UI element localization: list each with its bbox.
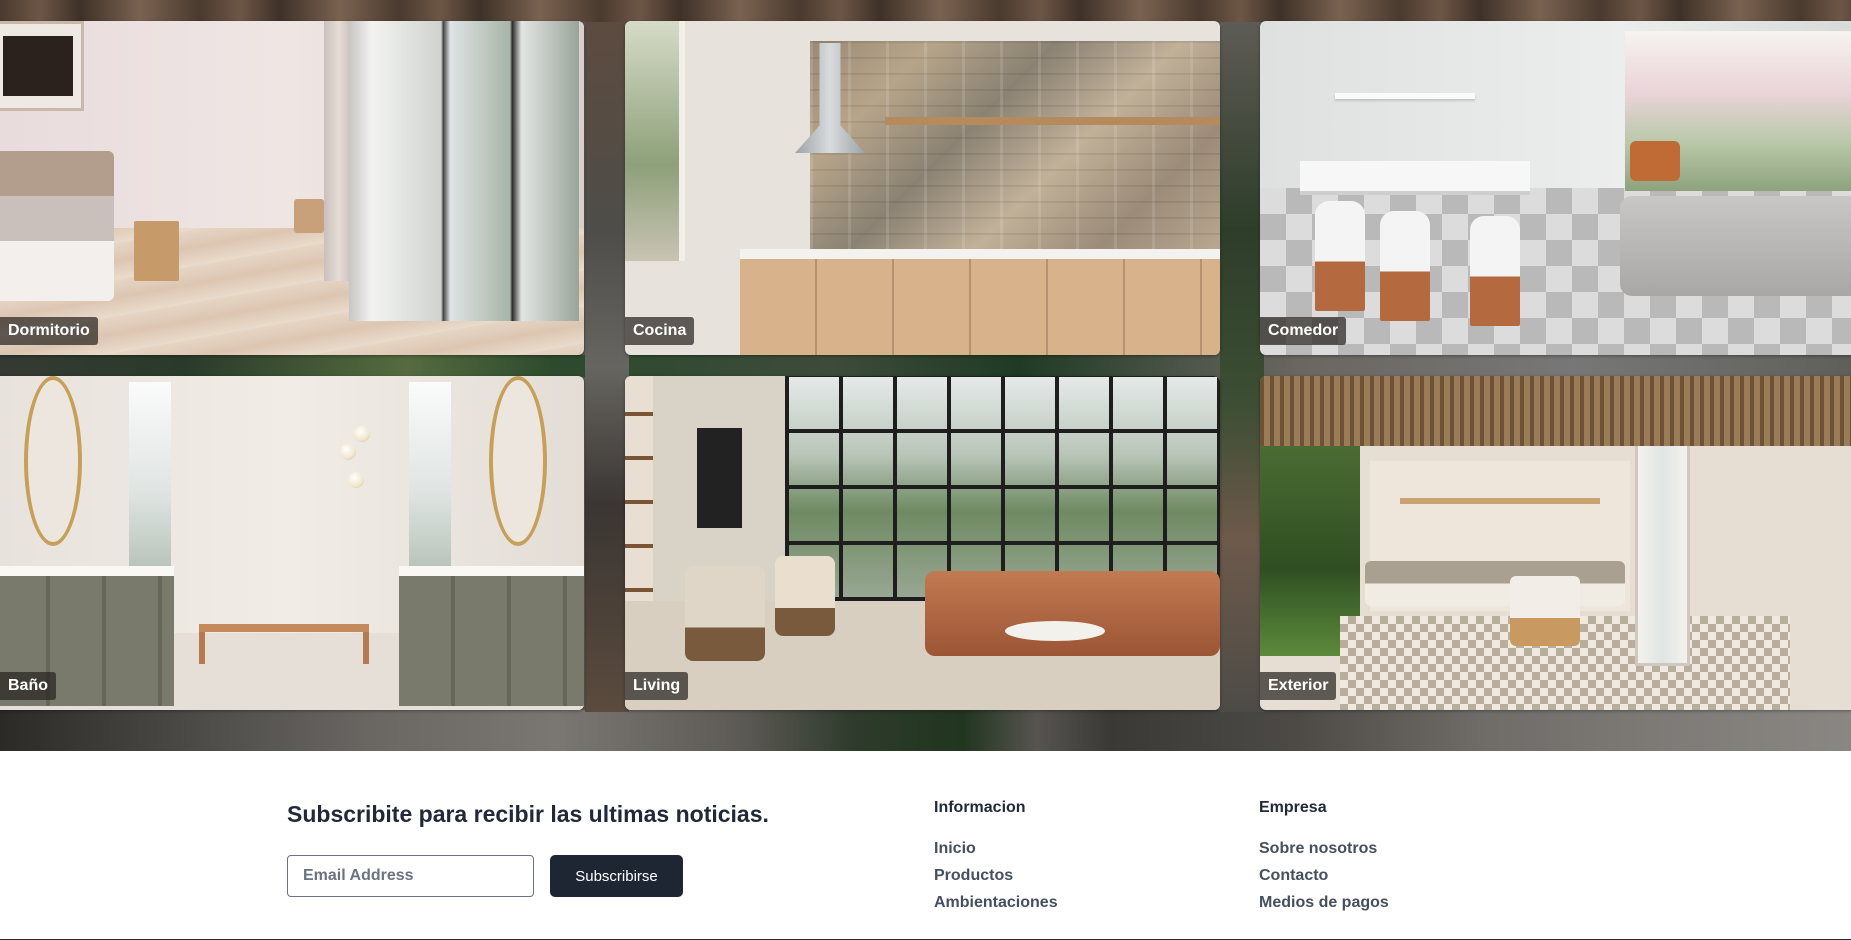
room-artwork bbox=[0, 21, 84, 111]
room-pergola bbox=[1260, 376, 1851, 446]
room-vanity bbox=[399, 576, 584, 706]
room-chair bbox=[1510, 576, 1580, 646]
room-label: Cocina bbox=[625, 317, 695, 345]
room-table bbox=[1005, 621, 1105, 641]
room-stool bbox=[294, 199, 324, 233]
background-bottom bbox=[0, 710, 1851, 751]
room-window bbox=[785, 376, 1220, 601]
room-armchair bbox=[1630, 141, 1680, 181]
background-divider bbox=[0, 355, 1851, 377]
room-bookshelf bbox=[625, 376, 653, 636]
room-tile-cocina[interactable]: Cocina bbox=[625, 21, 1220, 355]
room-label: Baño bbox=[0, 672, 56, 700]
footer-column-informacion: Informacion Inicio Productos Ambientacio… bbox=[934, 799, 1058, 916]
footer-link-productos[interactable]: Productos bbox=[934, 862, 1058, 889]
background-beam bbox=[0, 0, 1851, 22]
room-label: Dormitorio bbox=[0, 317, 98, 345]
email-field[interactable] bbox=[287, 855, 534, 897]
newsletter-title: Subscribite para recibir las ultimas not… bbox=[287, 801, 769, 827]
room-mirror bbox=[489, 376, 547, 546]
room-sofa bbox=[1620, 196, 1851, 296]
room-lamp bbox=[340, 444, 356, 460]
room-chair bbox=[1315, 201, 1365, 311]
room-tile-exterior[interactable]: Exterior bbox=[1260, 376, 1851, 710]
room-artwork bbox=[697, 428, 742, 528]
room-window bbox=[129, 382, 171, 567]
room-sofa bbox=[925, 571, 1220, 656]
footer-heading: Empresa bbox=[1259, 799, 1327, 816]
room-nightstand bbox=[134, 221, 179, 281]
room-lamp bbox=[354, 426, 370, 442]
room-table bbox=[1300, 161, 1530, 191]
room-shelf bbox=[885, 117, 1220, 125]
room-window bbox=[625, 21, 685, 261]
room-sofa bbox=[1365, 561, 1625, 606]
rooms-gallery: Dormitorio Cocina Comedor Baño Living Ex… bbox=[0, 0, 1851, 751]
background-column bbox=[1220, 22, 1264, 712]
site-footer: Subscribite para recibir las ultimas not… bbox=[0, 751, 1851, 940]
room-tile-comedor[interactable]: Comedor bbox=[1260, 21, 1851, 355]
footer-link-contacto[interactable]: Contacto bbox=[1259, 862, 1389, 889]
room-label: Comedor bbox=[1260, 317, 1347, 345]
background-column bbox=[585, 22, 629, 712]
subscribe-button[interactable]: Subscribirse bbox=[550, 855, 683, 897]
room-stone-wall bbox=[810, 41, 1220, 251]
room-bed bbox=[0, 151, 114, 301]
room-chair bbox=[775, 556, 835, 636]
room-lamp bbox=[348, 472, 364, 488]
room-window bbox=[349, 21, 579, 321]
room-bench bbox=[199, 624, 369, 664]
room-chair bbox=[1380, 211, 1430, 321]
room-tile-dormitorio[interactable]: Dormitorio bbox=[0, 21, 584, 355]
room-mirror bbox=[24, 376, 82, 546]
room-tile-bano[interactable]: Baño bbox=[0, 376, 584, 710]
room-countertop bbox=[0, 566, 174, 576]
footer-link-sobre-nosotros[interactable]: Sobre nosotros bbox=[1259, 835, 1389, 862]
room-label: Exterior bbox=[1260, 672, 1337, 700]
room-chair bbox=[1470, 216, 1520, 326]
room-countertop bbox=[399, 566, 584, 576]
footer-column-empresa: Empresa Sobre nosotros Contacto Medios d… bbox=[1259, 799, 1389, 916]
footer-heading: Informacion bbox=[934, 799, 1026, 816]
room-tile-living[interactable]: Living bbox=[625, 376, 1220, 710]
room-shelf bbox=[1400, 498, 1600, 504]
footer-link-ambientaciones[interactable]: Ambientaciones bbox=[934, 889, 1058, 916]
room-window bbox=[409, 382, 451, 567]
room-chair bbox=[685, 566, 765, 661]
footer-link-medios-de-pagos[interactable]: Medios de pagos bbox=[1259, 889, 1389, 916]
room-shelf bbox=[1335, 93, 1475, 99]
room-label: Living bbox=[625, 672, 689, 700]
room-counter bbox=[740, 249, 1220, 259]
footer-link-inicio[interactable]: Inicio bbox=[934, 835, 1058, 862]
room-cabinets bbox=[740, 259, 1220, 355]
